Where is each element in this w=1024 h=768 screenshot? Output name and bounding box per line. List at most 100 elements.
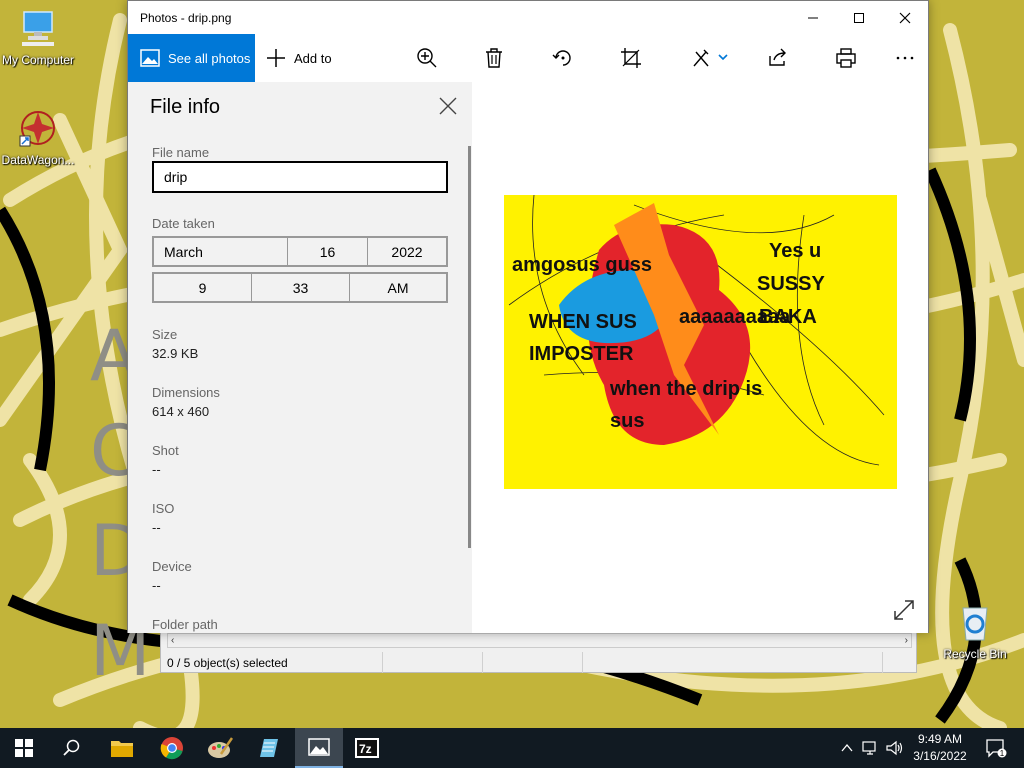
size-value: 32.9 KB	[152, 346, 199, 361]
show-hidden-icons-button[interactable]	[835, 728, 859, 768]
shot-label: Shot	[152, 443, 179, 458]
ampm-select[interactable]: AM	[350, 274, 446, 301]
delete-button[interactable]	[482, 46, 506, 70]
iso-value: --	[152, 520, 161, 535]
notepad-icon	[260, 739, 278, 757]
see-all-photos-label: See all photos	[168, 50, 251, 66]
window-title: Photos - drip.png	[140, 11, 232, 25]
image-viewer[interactable]: amgosus guss Yes u SUSSY BAKA WHEN SUS I…	[472, 82, 928, 633]
search-icon	[63, 739, 80, 756]
month-select[interactable]: March	[154, 238, 288, 265]
status-cell	[583, 652, 883, 673]
zoom-button[interactable]	[415, 46, 439, 70]
photo-text: sus	[610, 410, 644, 432]
photo-drip: amgosus guss Yes u SUSSY BAKA WHEN SUS I…	[504, 195, 897, 489]
file-name-input[interactable]	[152, 161, 448, 193]
add-to-button[interactable]: Add to	[266, 34, 332, 82]
photo-text: SUSSY	[757, 273, 825, 295]
minute-select[interactable]: 33	[252, 274, 350, 301]
crop-button[interactable]	[619, 46, 643, 70]
network-icon	[862, 741, 876, 755]
desktop-icon-label: Recycle Bin	[943, 647, 1007, 661]
plus-icon	[267, 49, 285, 67]
scroll-right-icon[interactable]: ›	[905, 634, 908, 647]
printer-icon	[836, 48, 856, 68]
status-bar: 0 / 5 object(s) selected	[161, 652, 918, 673]
notification-badge: 1	[1000, 749, 1005, 758]
toolbar: See all photos Add to	[128, 34, 928, 82]
action-center-button[interactable]: 1	[976, 728, 1016, 768]
desktop-icon-my-computer[interactable]: My Computer	[0, 8, 76, 67]
taskbar-paint[interactable]	[196, 728, 244, 768]
notification-icon: 1	[986, 739, 1007, 758]
dimensions-label: Dimensions	[152, 385, 220, 400]
time-picker: 9 33 AM	[152, 272, 448, 303]
desktop-icon-label: My Computer	[1, 53, 75, 67]
taskbar-file-explorer[interactable]	[98, 728, 146, 768]
status-cell	[483, 652, 583, 673]
see-all-photos-button[interactable]: See all photos	[128, 34, 255, 82]
taskbar-clock[interactable]: 9:49 AM 3/16/2022	[912, 731, 968, 765]
edit-create-button[interactable]	[691, 46, 731, 70]
volume-button[interactable]	[883, 728, 907, 768]
more-dots-icon	[896, 56, 914, 60]
device-value: --	[152, 578, 161, 593]
horizontal-scrollbar[interactable]: ‹ ›	[167, 633, 912, 648]
dimensions-value: 614 x 460	[152, 404, 210, 419]
date-taken-label: Date taken	[152, 216, 215, 231]
size-label: Size	[152, 327, 178, 342]
iso-label: ISO	[152, 501, 175, 516]
network-button[interactable]	[859, 728, 883, 768]
status-text: 0 / 5 object(s) selected	[161, 652, 383, 673]
desktop-icon-datawagon[interactable]: DataWagon...	[0, 108, 76, 167]
chrome-icon	[160, 737, 183, 760]
close-icon	[899, 12, 911, 23]
taskbar-notepad[interactable]	[245, 728, 293, 768]
close-button[interactable]	[882, 1, 928, 34]
date-picker: March 16 2022	[152, 236, 448, 267]
minimize-button[interactable]	[790, 1, 836, 34]
photo-text: IMPOSTER	[529, 343, 634, 365]
photo-text: Yes u	[769, 240, 821, 262]
desktop-icon-recycle-bin[interactable]: Recycle Bin	[937, 602, 1013, 661]
rotate-button[interactable]	[551, 46, 575, 70]
panel-scrollbar[interactable]	[468, 146, 471, 548]
taskbar-chrome[interactable]	[148, 728, 196, 768]
trash-icon	[486, 48, 502, 68]
chevron-up-icon	[841, 743, 853, 752]
expand-icon[interactable]	[892, 598, 916, 622]
print-button[interactable]	[834, 46, 858, 70]
photo-gallery-icon	[140, 49, 160, 67]
taskbar-photos[interactable]	[295, 728, 343, 768]
day-select[interactable]: 16	[288, 238, 368, 265]
search-button[interactable]	[48, 728, 96, 768]
shot-value: --	[152, 462, 161, 477]
hour-select[interactable]: 9	[154, 274, 252, 301]
start-button[interactable]	[0, 728, 48, 768]
zoom-in-icon	[417, 48, 437, 68]
photo-text: amgosus guss	[512, 254, 652, 276]
clock-time: 9:49 AM	[917, 732, 963, 746]
share-button[interactable]	[766, 46, 790, 70]
recycle-bin-icon	[962, 607, 988, 641]
file-name-label: File name	[152, 145, 210, 160]
photos-window: Photos - drip.png See all photos Add to	[127, 0, 929, 633]
speaker-icon	[886, 740, 903, 756]
close-panel-icon[interactable]	[436, 94, 460, 118]
year-select[interactable]: 2022	[368, 238, 446, 265]
title-bar[interactable]: Photos - drip.png	[128, 1, 928, 34]
device-label: Device	[152, 559, 192, 574]
maximize-button[interactable]	[836, 1, 882, 34]
photos-app-icon	[308, 738, 330, 756]
computer-icon	[22, 11, 54, 46]
scroll-left-icon[interactable]: ‹	[171, 634, 174, 647]
minimize-icon	[808, 17, 818, 18]
photo-text: WHEN SUS	[529, 311, 637, 333]
folder-path-label: Folder path	[152, 617, 218, 632]
rotate-icon	[552, 50, 571, 66]
edit-pencil-icon	[693, 49, 728, 67]
photo-text: aaaaaaaaaa	[679, 306, 791, 328]
more-options-button[interactable]	[893, 46, 917, 70]
taskbar-7zip[interactable]: 7z	[343, 728, 391, 768]
windows-logo-icon	[15, 739, 33, 757]
